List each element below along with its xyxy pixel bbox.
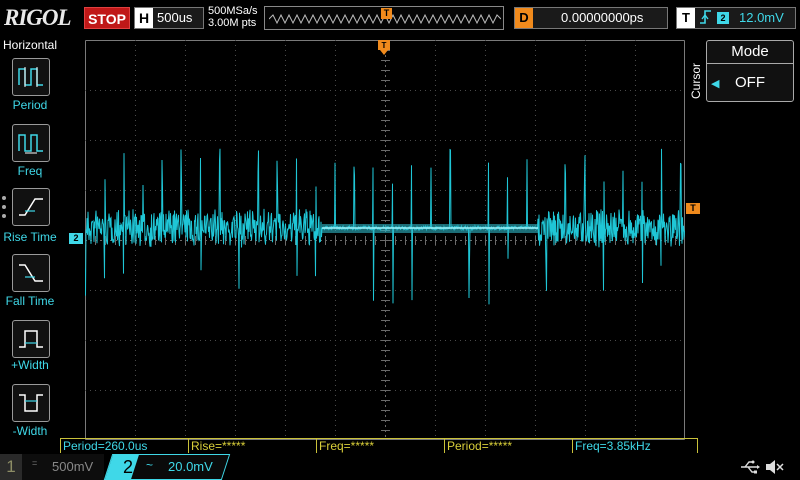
svg-text:T: T <box>382 41 387 50</box>
horizontal-measure-menu: Horizontal Period Freq Rise Time Fall Ti… <box>0 36 60 440</box>
period-label: Period <box>12 98 48 112</box>
rise-time-icon <box>19 198 43 216</box>
speaker-mute-icon[interactable] <box>764 458 784 476</box>
trigger-label: T <box>677 8 695 28</box>
measurement-item[interactable]: Period=260.0us <box>60 438 188 453</box>
measurement-item[interactable]: Rise=***** <box>188 438 316 453</box>
timebase-box[interactable]: H 500us <box>134 7 204 29</box>
freq-label: Freq <box>17 164 43 178</box>
memory-depth: 3.00M pts <box>208 17 257 29</box>
channel2-offset-marker[interactable]: 2 <box>69 233 83 244</box>
rise-time-button[interactable] <box>12 188 50 226</box>
top-status-bar: RIGOL STOP H 500us 500MSa/s 3.00M pts T … <box>0 0 800 36</box>
measurement-item[interactable]: Freq=3.85kHz <box>572 438 698 453</box>
period-icon <box>18 67 43 87</box>
trigger-box[interactable]: T 2 12.0mV <box>676 7 796 29</box>
rising-edge-icon <box>699 8 713 31</box>
cursor-mode-button[interactable]: Mode ◀ OFF <box>706 40 794 102</box>
fall-time-icon <box>19 264 43 282</box>
waveform-display[interactable] <box>85 40 685 440</box>
horizontal-label: H <box>135 8 153 28</box>
channel1-scale: 500mV <box>52 459 94 474</box>
cursor-mode-title: Mode <box>731 43 769 60</box>
channel2-scale: 20.0mV <box>168 459 213 474</box>
usb-icon <box>741 460 760 474</box>
negative-width-label: -Width <box>12 424 48 438</box>
fall-time-button[interactable] <box>12 254 50 292</box>
rise-time-label: Rise Time <box>3 230 57 244</box>
negative-width-button[interactable] <box>12 384 50 422</box>
run-stop-indicator[interactable]: STOP <box>84 7 130 29</box>
delay-value: 0.00000000ps <box>561 10 644 25</box>
negative-width-icon <box>19 394 43 412</box>
sample-rate: 500MSa/s <box>208 5 258 17</box>
measurement-bar: Period=260.0us Rise=***** Freq=***** Per… <box>60 438 700 453</box>
period-button[interactable] <box>12 58 50 96</box>
acquisition-info: 500MSa/s 3.00M pts <box>208 5 258 29</box>
positive-width-icon <box>19 330 43 348</box>
channel1-number: 1 <box>0 454 22 480</box>
dc-coupling-icon: = <box>32 458 38 468</box>
trigger-level-marker[interactable]: T <box>686 203 700 214</box>
delay-box[interactable]: D 0.00000000ps <box>514 7 668 29</box>
trigger-source-badge: 2 <box>717 12 729 24</box>
menu-page-dots <box>2 196 6 223</box>
fall-time-label: Fall Time <box>5 294 55 308</box>
measurement-item[interactable]: Period=***** <box>444 438 572 453</box>
memory-overview-bar[interactable]: T <box>264 6 504 30</box>
freq-icon <box>18 134 43 154</box>
freq-button[interactable] <box>12 124 50 162</box>
positive-width-label: +Width <box>11 358 49 372</box>
trigger-position-top-marker: T <box>378 40 390 55</box>
channel2-number: 2 <box>122 457 133 477</box>
measurement-item[interactable]: Freq=***** <box>316 438 444 453</box>
delay-label: D <box>515 8 533 28</box>
menu-title: Horizontal <box>2 38 58 52</box>
ac-coupling-icon: ~ <box>146 458 154 472</box>
channel1-box[interactable]: 1 = 500mV <box>0 454 104 480</box>
trigger-level: 12.0mV <box>739 10 784 25</box>
trigger-position-marker: T <box>381 8 392 19</box>
timebase-value: 500us <box>157 10 193 25</box>
cursor-mode-value: OFF <box>735 74 765 91</box>
positive-width-button[interactable] <box>12 320 50 358</box>
rigol-logo: RIGOL <box>4 5 72 30</box>
